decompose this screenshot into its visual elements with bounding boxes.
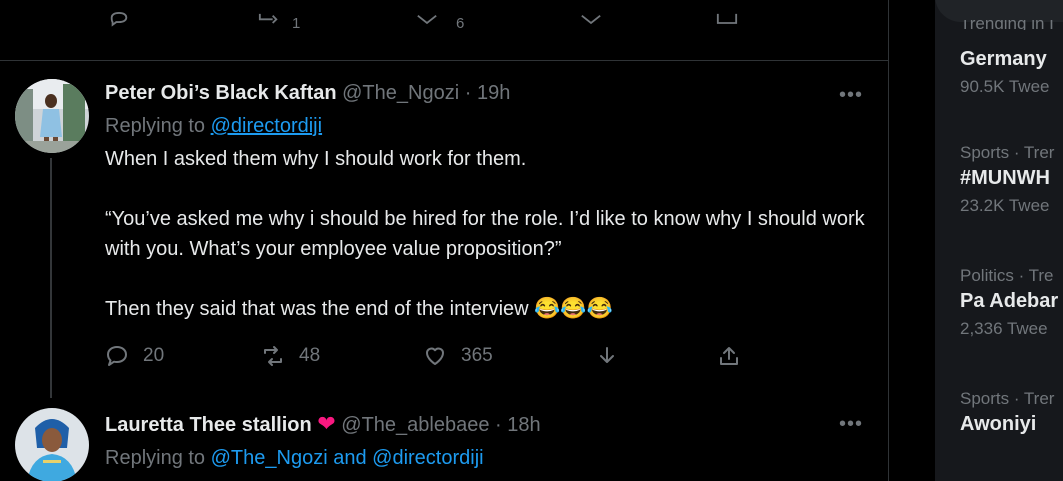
and-label: and — [333, 447, 367, 469]
trends-header: Trending in I — [960, 20, 1054, 30]
separator: · — [495, 414, 502, 436]
tweet-paragraph-text: Then they said that was the end of the i… — [105, 298, 529, 320]
avatar[interactable] — [15, 408, 89, 481]
replying-label: Replying to — [105, 115, 206, 137]
like-button[interactable]: 365 — [423, 344, 493, 368]
retweet-count: 1 — [292, 14, 301, 32]
trend-item[interactable]: Sports · Trer #MUNWH 23.2K Twee — [960, 143, 1054, 216]
red-heart-emoji: ❤ — [317, 411, 336, 436]
replying-to: Replying to @directordiji — [105, 115, 865, 138]
retweet-count: 48 — [299, 345, 321, 366]
trends-header-partial: Trending in I — [960, 20, 1054, 30]
display-name[interactable]: Peter Obi’s Black Kaftan — [105, 82, 337, 104]
share-button[interactable] — [717, 344, 741, 368]
tweet-header: Lauretta Thee stallion ❤ @The_ablebaee ·… — [105, 411, 541, 437]
trend-context: Politics · Tre — [960, 266, 1054, 285]
mention-link[interactable]: @directordiji — [211, 115, 322, 137]
mention-link[interactable]: @The_Ngozi — [211, 447, 328, 469]
trend-context: Sports · Trer — [960, 143, 1055, 162]
timeline: 1 6 Peter Obi’s Black Kaftan @The_Ngozi … — [0, 0, 889, 481]
trend-name: Germany — [960, 48, 1047, 70]
bookmark-button[interactable] — [595, 344, 619, 368]
trend-item[interactable]: Germany 90.5K Twee — [960, 48, 1049, 97]
avatar[interactable] — [15, 79, 89, 153]
heart-icon — [426, 347, 444, 365]
display-name[interactable]: Lauretta Thee stallion — [105, 414, 312, 436]
tweet-paragraph: When I asked them why I should work for … — [105, 148, 527, 170]
tweet-paragraph: Then they said that was the end of the i… — [105, 294, 865, 324]
trend-name: Pa Adebar — [960, 290, 1059, 312]
trend-item[interactable]: Sports · Trer Awoniyi — [960, 389, 1054, 436]
timestamp[interactable]: 19h — [477, 82, 510, 104]
tweet-text: When I asked them why I should work for … — [105, 144, 865, 324]
search-bar[interactable] — [935, 0, 1063, 22]
trend-count: 90.5K Twee — [960, 77, 1050, 96]
laughing-emoji: 😂😂😂 — [534, 297, 613, 320]
timestamp[interactable]: 18h — [507, 414, 540, 436]
retweet-icon — [264, 346, 282, 366]
thread-line — [50, 158, 52, 398]
previous-tweet-actions: 1 6 — [0, 0, 888, 61]
download-arrow-icon — [600, 347, 614, 363]
handle[interactable]: @The_Ngozi — [342, 82, 459, 104]
tweet-header: Peter Obi’s Black Kaftan @The_Ngozi · 19… — [105, 82, 865, 105]
bookmark-icon[interactable] — [580, 12, 602, 38]
replying-label: Replying to — [105, 447, 206, 469]
trend-context: Sports · Trer — [960, 389, 1055, 408]
reply-icon — [107, 346, 127, 366]
trend-item[interactable]: Politics · Tre Pa Adebar 2,336 Twee — [960, 266, 1058, 339]
share-icon — [720, 347, 738, 365]
more-options-button[interactable]: ••• — [838, 85, 864, 110]
like-action[interactable]: 6 — [416, 12, 464, 34]
retweet-icon — [258, 13, 278, 24]
mention-link[interactable]: @directordiji — [372, 447, 483, 469]
retweet-action[interactable]: 1 — [258, 12, 300, 34]
trend-count: 2,336 Twee — [960, 319, 1048, 338]
like-icon — [417, 14, 437, 25]
handle[interactable]: @The_ablebaee — [341, 414, 489, 436]
trend-name: Awoniyi — [960, 413, 1037, 435]
trends-sidebar: Trending in I Germany 90.5K Twee Sports … — [935, 0, 1063, 481]
share-icon[interactable] — [716, 12, 738, 38]
reply-icon[interactable] — [108, 11, 130, 38]
tweet[interactable]: Lauretta Thee stallion ❤ @The_ablebaee ·… — [105, 411, 541, 470]
tweet-paragraph: “You’ve asked me why i should be hired f… — [105, 208, 865, 260]
tweet-actions: 20 48 365 — [105, 344, 745, 376]
tweet[interactable]: Peter Obi’s Black Kaftan @The_Ngozi · 19… — [105, 82, 865, 324]
replying-to: Replying to @The_Ngozi and @directordiji — [105, 447, 541, 470]
reply-count: 20 — [143, 345, 165, 366]
trend-name: #MUNWH — [960, 167, 1050, 189]
more-options-button[interactable]: ••• — [838, 414, 864, 439]
retweet-button[interactable]: 48 — [261, 344, 320, 368]
like-count: 365 — [461, 345, 493, 366]
reply-button[interactable]: 20 — [105, 344, 164, 368]
trend-count: 23.2K Twee — [960, 196, 1050, 215]
separator: · — [464, 82, 472, 104]
like-count: 6 — [456, 14, 465, 32]
